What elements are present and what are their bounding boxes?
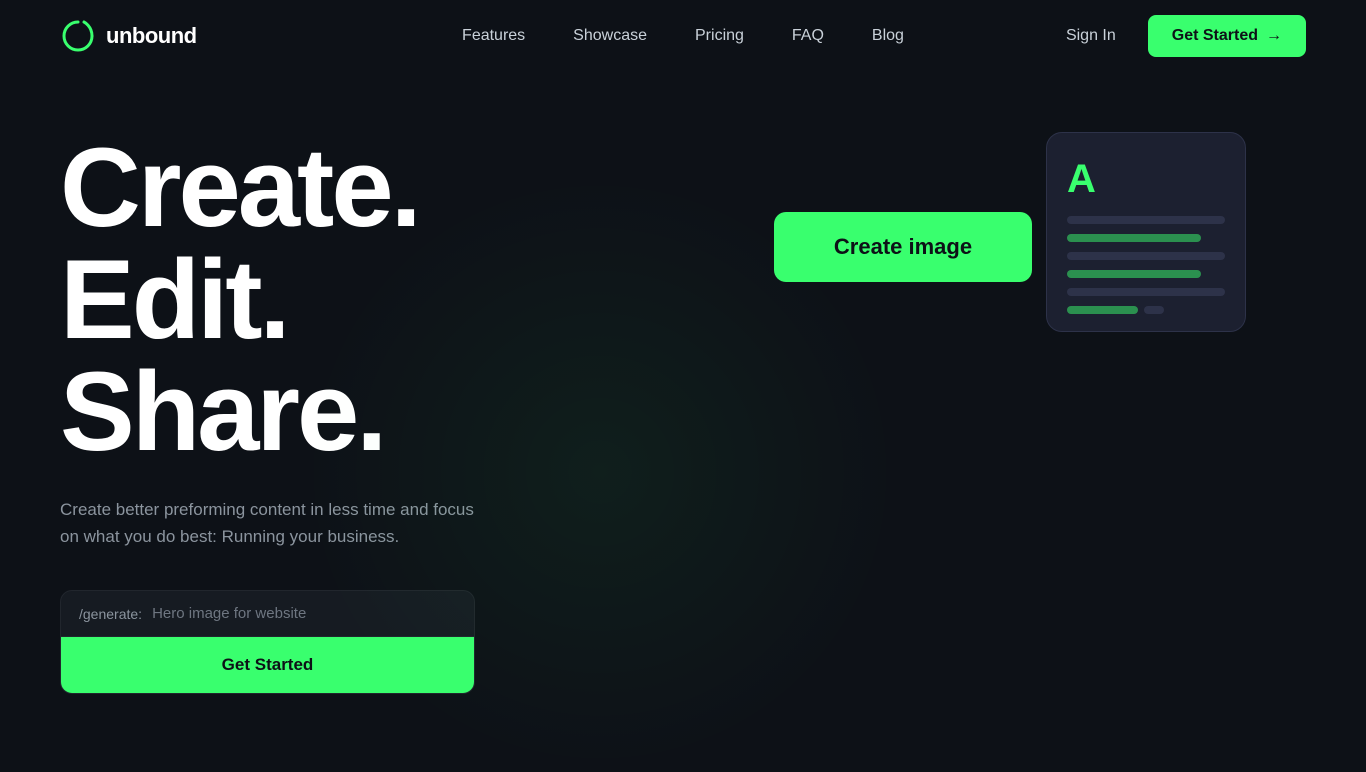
nav-faq[interactable]: FAQ (792, 27, 824, 45)
hero-input-container: /generate: Get Started (60, 590, 475, 694)
doc-line-6b (1144, 306, 1164, 314)
hero-section: Create. Edit. Share. Create better prefo… (0, 72, 1366, 768)
nav-get-started-button[interactable]: Get Started → (1148, 15, 1306, 57)
nav-showcase[interactable]: Showcase (573, 27, 647, 45)
hero-right: Create image A (620, 112, 1306, 768)
create-image-button[interactable]: Create image (774, 212, 1032, 282)
input-prefix: /generate: (79, 606, 142, 622)
doc-line-2 (1067, 234, 1201, 242)
nav-links: Features Showcase Pricing FAQ Blog (462, 27, 904, 45)
input-row: /generate: (61, 591, 474, 637)
logo-icon (60, 18, 96, 54)
doc-line-4 (1067, 270, 1201, 278)
navbar: unbound Features Showcase Pricing FAQ Bl… (0, 0, 1366, 72)
headline-line2: Edit. (60, 237, 288, 362)
doc-card-mockup: A (1046, 132, 1246, 332)
headline-line1: Create. (60, 125, 419, 250)
sign-in-link[interactable]: Sign In (1066, 27, 1116, 45)
hero-left: Create. Edit. Share. Create better prefo… (60, 112, 620, 768)
nav-pricing[interactable]: Pricing (695, 27, 744, 45)
doc-line-6a (1067, 306, 1138, 314)
hero-headline: Create. Edit. Share. (60, 132, 620, 468)
logo[interactable]: unbound (60, 18, 197, 54)
generate-input[interactable] (152, 605, 456, 622)
doc-line-pair (1067, 306, 1225, 314)
logo-text: unbound (106, 23, 197, 49)
nav-blog[interactable]: Blog (872, 27, 904, 45)
hero-get-started-button[interactable]: Get Started (61, 637, 474, 693)
doc-line-5 (1067, 288, 1225, 296)
doc-line-1 (1067, 216, 1225, 224)
nav-features[interactable]: Features (462, 27, 525, 45)
doc-line-3 (1067, 252, 1225, 260)
hero-subtext: Create better preforming content in less… (60, 496, 480, 550)
nav-right: Sign In Get Started → (1066, 15, 1306, 57)
headline-line3: Share. (60, 349, 384, 474)
doc-letter: A (1067, 157, 1225, 202)
